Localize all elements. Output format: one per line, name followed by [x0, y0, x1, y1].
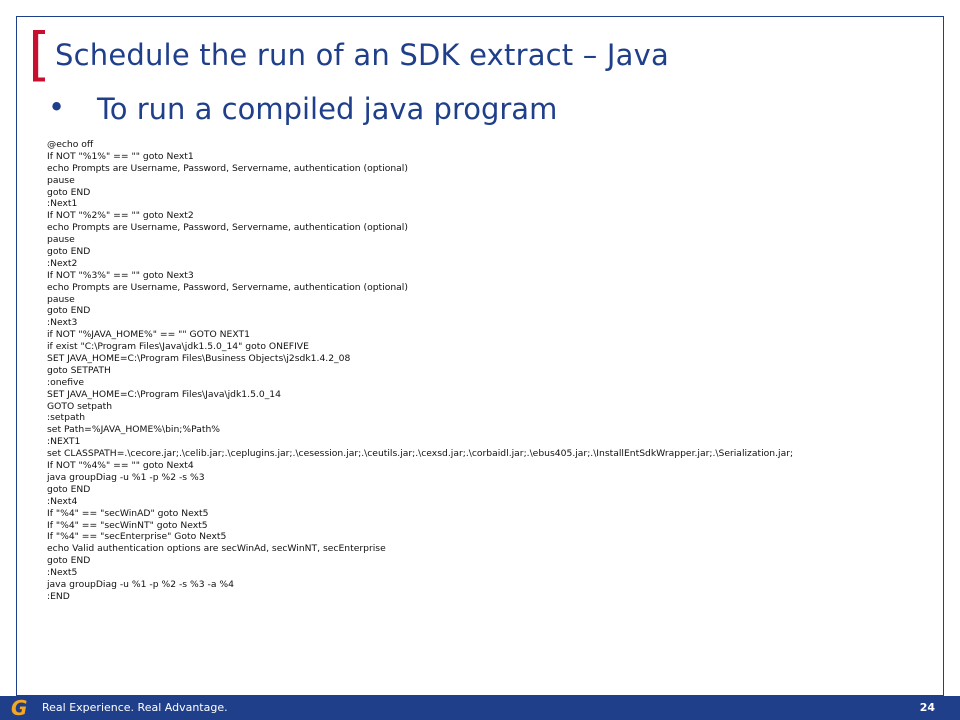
slide-title: Schedule the run of an SDK extract – Jav…: [55, 38, 669, 72]
bullet-text: To run a compiled java program: [97, 92, 558, 126]
code-line: :Next4: [47, 495, 78, 507]
code-line: If "%4" == "secWinAD" goto Next5: [47, 507, 209, 519]
code-line: If "%4" == "secWinNT" goto Next5: [47, 519, 208, 531]
footer-bar: G Real Experience. Real Advantage. 24: [0, 696, 960, 720]
code-line: set Path=%JAVA_HOME%\bin;%Path%: [47, 424, 221, 436]
code-line: echo Prompts are Username, Password, Ser…: [47, 281, 408, 293]
code-line: set CLASSPATH=.\cecore.jar;.\celib.jar;.…: [47, 448, 794, 460]
code-line: :END: [47, 590, 70, 602]
code-line: If NOT "%4%" == "" goto Next4: [47, 460, 194, 472]
code-line: If NOT "%2%" == "" goto Next2: [47, 210, 194, 222]
code-line: java groupDiag -u %1 -p %2 -s %3: [47, 471, 205, 483]
code-line: pause: [47, 234, 75, 246]
code-line: :Next1: [47, 198, 78, 210]
bullet-dot-icon: •: [48, 90, 66, 124]
code-line: echo Valid authentication options are se…: [47, 543, 386, 555]
code-line: pause: [47, 293, 75, 305]
code-line: :NEXT1: [47, 436, 81, 448]
code-line: If NOT "%1%" == "" goto Next1: [47, 150, 194, 162]
batch-script-listing: @echo off If NOT "%1%" == "" goto Next1 ec…: [47, 139, 927, 603]
code-line: :Next3: [47, 317, 78, 329]
code-line: if NOT "%JAVA_HOME%" == "" GOTO NEXT1: [47, 329, 250, 341]
code-line: goto END: [47, 555, 91, 567]
company-logo-icon: G: [11, 696, 28, 720]
code-line: goto END: [47, 246, 91, 258]
code-line: :Next5: [47, 567, 78, 579]
code-line: goto SETPATH: [47, 364, 111, 376]
code-line: echo Prompts are Username, Password, Ser…: [47, 162, 408, 174]
code-line: If NOT "%3%" == "" goto Next3: [47, 269, 194, 281]
code-line: SET JAVA_HOME=C:\Program Files\Java\jdk1…: [47, 388, 281, 400]
page-number: 24: [919, 701, 935, 714]
code-line: :Next2: [47, 257, 78, 269]
code-line: :setpath: [47, 412, 86, 424]
code-line: @echo off: [47, 139, 94, 150]
code-line: goto END: [47, 483, 91, 495]
code-line: echo Prompts are Username, Password, Ser…: [47, 222, 408, 234]
code-line: java groupDiag -u %1 -p %2 -s %3 -a %4: [47, 578, 234, 590]
code-line: pause: [47, 174, 75, 186]
code-line: SET JAVA_HOME=C:\Program Files\Business …: [47, 353, 351, 365]
footer-tagline: Real Experience. Real Advantage.: [42, 701, 228, 714]
code-line: GOTO setpath: [47, 400, 113, 412]
code-line: goto END: [47, 305, 91, 317]
code-line: goto END: [47, 186, 91, 198]
code-line: If "%4" == "secEnterprise" Goto Next5: [47, 531, 227, 543]
title-bracket: [: [28, 20, 51, 88]
code-line: if exist "C:\Program Files\Java\jdk1.5.0…: [47, 341, 309, 353]
code-line: :onefive: [47, 376, 85, 388]
